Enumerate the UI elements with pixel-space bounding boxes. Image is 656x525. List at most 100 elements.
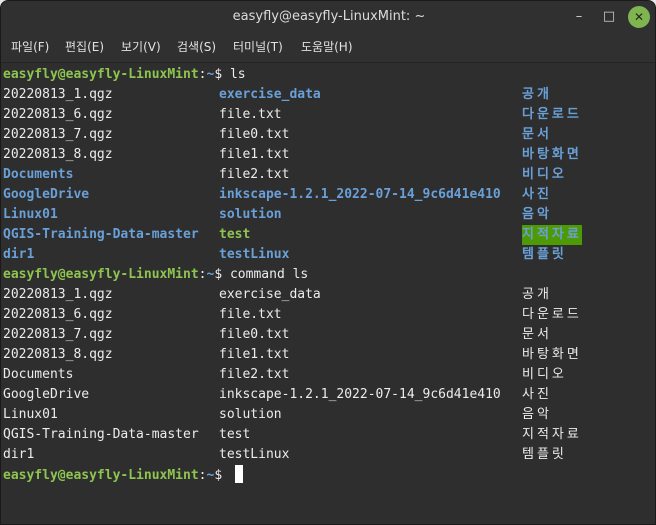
listing-entry: test <box>219 227 251 242</box>
prompt-user-host: easyfly@easyfly-LinuxMint <box>3 267 199 282</box>
listing-entry: testLinux <box>219 247 290 262</box>
listing-entry: 사진 <box>522 387 552 402</box>
listing-entry: 템플릿 <box>522 247 567 262</box>
listing-entry: file.txt <box>219 307 282 322</box>
listing-entry: QGIS-Training-Data-master <box>3 227 199 242</box>
listing-entry: GoogleDrive <box>3 387 90 402</box>
menu-search[interactable]: 검색(S) <box>177 33 216 62</box>
listing-entry: 바탕화면 <box>522 147 582 162</box>
command-text: command ls <box>229 267 309 282</box>
listing-row: 20220813_7.qgz file0.txt 문서 <box>3 325 653 345</box>
prompt-separator: : <box>198 468 207 483</box>
listing-entry: 20220813_6.qgz <box>3 307 113 322</box>
listing-entry: 지적자료 <box>522 427 582 442</box>
listing-row: dir1 testLinux 템플릿 <box>3 245 653 265</box>
prompt-separator: : <box>198 67 207 82</box>
prompt-symbol: $ <box>214 67 223 82</box>
listing-entry: file1.txt <box>219 347 290 362</box>
listing-entry: dir1 <box>3 247 35 262</box>
listing-entry: 20220813_8.qgz <box>3 147 113 162</box>
listing-entry: exercise_data <box>219 87 321 102</box>
listing-entry: file1.txt <box>219 147 290 162</box>
listing-entry: file2.txt <box>219 367 290 382</box>
text-cursor <box>234 465 243 483</box>
listing-entry: dir1 <box>3 447 35 462</box>
listing-entry: 20220813_1.qgz <box>3 287 113 302</box>
listing-entry: 음악 <box>522 207 552 222</box>
menu-file[interactable]: 파일(F) <box>11 33 49 62</box>
menu-bar: 파일(F) 편집(E) 보기(V) 검색(S) 터미널(T) 도움말(H) <box>1 33 655 63</box>
listing-row: 20220813_6.qgz file.txt 다운로드 <box>3 305 653 325</box>
listing-row: 20220813_8.qgz file1.txt 바탕화면 <box>3 345 653 365</box>
listing-row: 20220813_1.qgz exercise_data 공개 <box>3 285 653 305</box>
maximize-icon[interactable]: □ <box>598 6 620 28</box>
listing-entry: 비디오 <box>522 367 567 382</box>
listing-entry: 지적자료 <box>522 225 582 245</box>
listing-entry: 20220813_6.qgz <box>3 107 113 122</box>
listing-entry: file0.txt <box>219 327 290 342</box>
listing-entry: Documents <box>3 367 74 382</box>
listing-entry: 비디오 <box>522 167 567 182</box>
listing-entry: 사진 <box>522 187 552 202</box>
command-text: ls <box>229 67 246 82</box>
listing-entry: solution <box>219 207 282 222</box>
listing-row: 20220813_6.qgz file.txt 다운로드 <box>3 105 653 125</box>
listing-entry: 문서 <box>522 127 552 142</box>
listing-entry: 20220813_7.qgz <box>3 127 113 142</box>
listing-row: 20220813_8.qgz file1.txt 바탕화면 <box>3 145 653 165</box>
listing-entry: file2.txt <box>219 167 290 182</box>
listing-entry: 공개 <box>522 287 552 302</box>
listing-row: QGIS-Training-Data-master test 지적자료 <box>3 425 653 445</box>
menu-view[interactable]: 보기(V) <box>121 33 161 62</box>
listing-entry: Documents <box>3 167 74 182</box>
listing-entry: 문서 <box>522 327 552 342</box>
listing-row: 20220813_7.qgz file0.txt 문서 <box>3 125 653 145</box>
listing-row: Documents file2.txt 비디오 <box>3 365 653 385</box>
prompt-line: easyfly@easyfly-LinuxMint:~$ ls <box>3 65 246 85</box>
listing-entry: 음악 <box>522 407 552 422</box>
menu-help[interactable]: 도움말(H) <box>301 33 353 62</box>
listing-entry: file0.txt <box>219 127 290 142</box>
listing-entry: file.txt <box>219 107 282 122</box>
terminal-output[interactable]: easyfly@easyfly-LinuxMint:~$ ls 20220813_… <box>1 63 655 524</box>
listing-entry: Linux01 <box>3 407 58 422</box>
menu-edit[interactable]: 편집(E) <box>65 33 104 62</box>
listing-entry: inkscape-1.2.1_2022-07-14_9c6d41e410 <box>219 187 501 202</box>
listing-row: QGIS-Training-Data-master test 지적자료 <box>3 225 653 245</box>
listing-entry: QGIS-Training-Data-master <box>3 427 199 442</box>
prompt-line: easyfly@easyfly-LinuxMint:~$ command ls <box>3 265 308 285</box>
close-icon[interactable]: ✕ <box>628 6 650 28</box>
listing-entry: Linux01 <box>3 207 58 222</box>
prompt-symbol: $ <box>214 267 223 282</box>
listing-entry: solution <box>219 407 282 422</box>
prompt-symbol: $ <box>214 468 223 483</box>
prompt-user-host: easyfly@easyfly-LinuxMint <box>3 468 199 483</box>
terminal-window: easyfly@easyfly-LinuxMint: ~ – □ ✕ 파일(F)… <box>0 0 656 525</box>
menu-terminal[interactable]: 터미널(T) <box>233 33 283 62</box>
listing-row: Linux01 solution 음악 <box>3 405 653 425</box>
listing-row: Linux01 solution 음악 <box>3 205 653 225</box>
listing-row: dir1 testLinux 템플릿 <box>3 445 653 465</box>
listing-entry: 20220813_8.qgz <box>3 347 113 362</box>
minimize-icon[interactable]: – <box>568 6 590 28</box>
listing-entry: 20220813_7.qgz <box>3 327 113 342</box>
listing-entry: 다운로드 <box>522 307 582 322</box>
listing-entry: 다운로드 <box>522 107 582 122</box>
listing-entry: inkscape-1.2.1_2022-07-14_9c6d41e410 <box>219 387 501 402</box>
prompt-separator: : <box>198 267 207 282</box>
prompt-line: easyfly@easyfly-LinuxMint:~$ <box>3 465 243 485</box>
listing-entry: test <box>219 427 251 442</box>
listing-row: GoogleDrive inkscape-1.2.1_2022-07-14_9c6… <box>3 385 653 405</box>
listing-entry: 바탕화면 <box>522 347 582 362</box>
listing-entry: 공개 <box>522 87 552 102</box>
listing-entry: exercise_data <box>219 287 321 302</box>
prompt-user-host: easyfly@easyfly-LinuxMint <box>3 67 199 82</box>
listing-entry: GoogleDrive <box>3 187 90 202</box>
listing-entry: 20220813_1.qgz <box>3 87 113 102</box>
listing-row: 20220813_1.qgz exercise_data 공개 <box>3 85 653 105</box>
listing-entry: testLinux <box>219 447 290 462</box>
listing-row: Documents file2.txt 비디오 <box>3 165 653 185</box>
window-title: easyfly@easyfly-LinuxMint: ~ <box>232 9 426 24</box>
title-bar[interactable]: easyfly@easyfly-LinuxMint: ~ – □ ✕ <box>1 1 655 33</box>
listing-entry: 템플릿 <box>522 447 567 462</box>
